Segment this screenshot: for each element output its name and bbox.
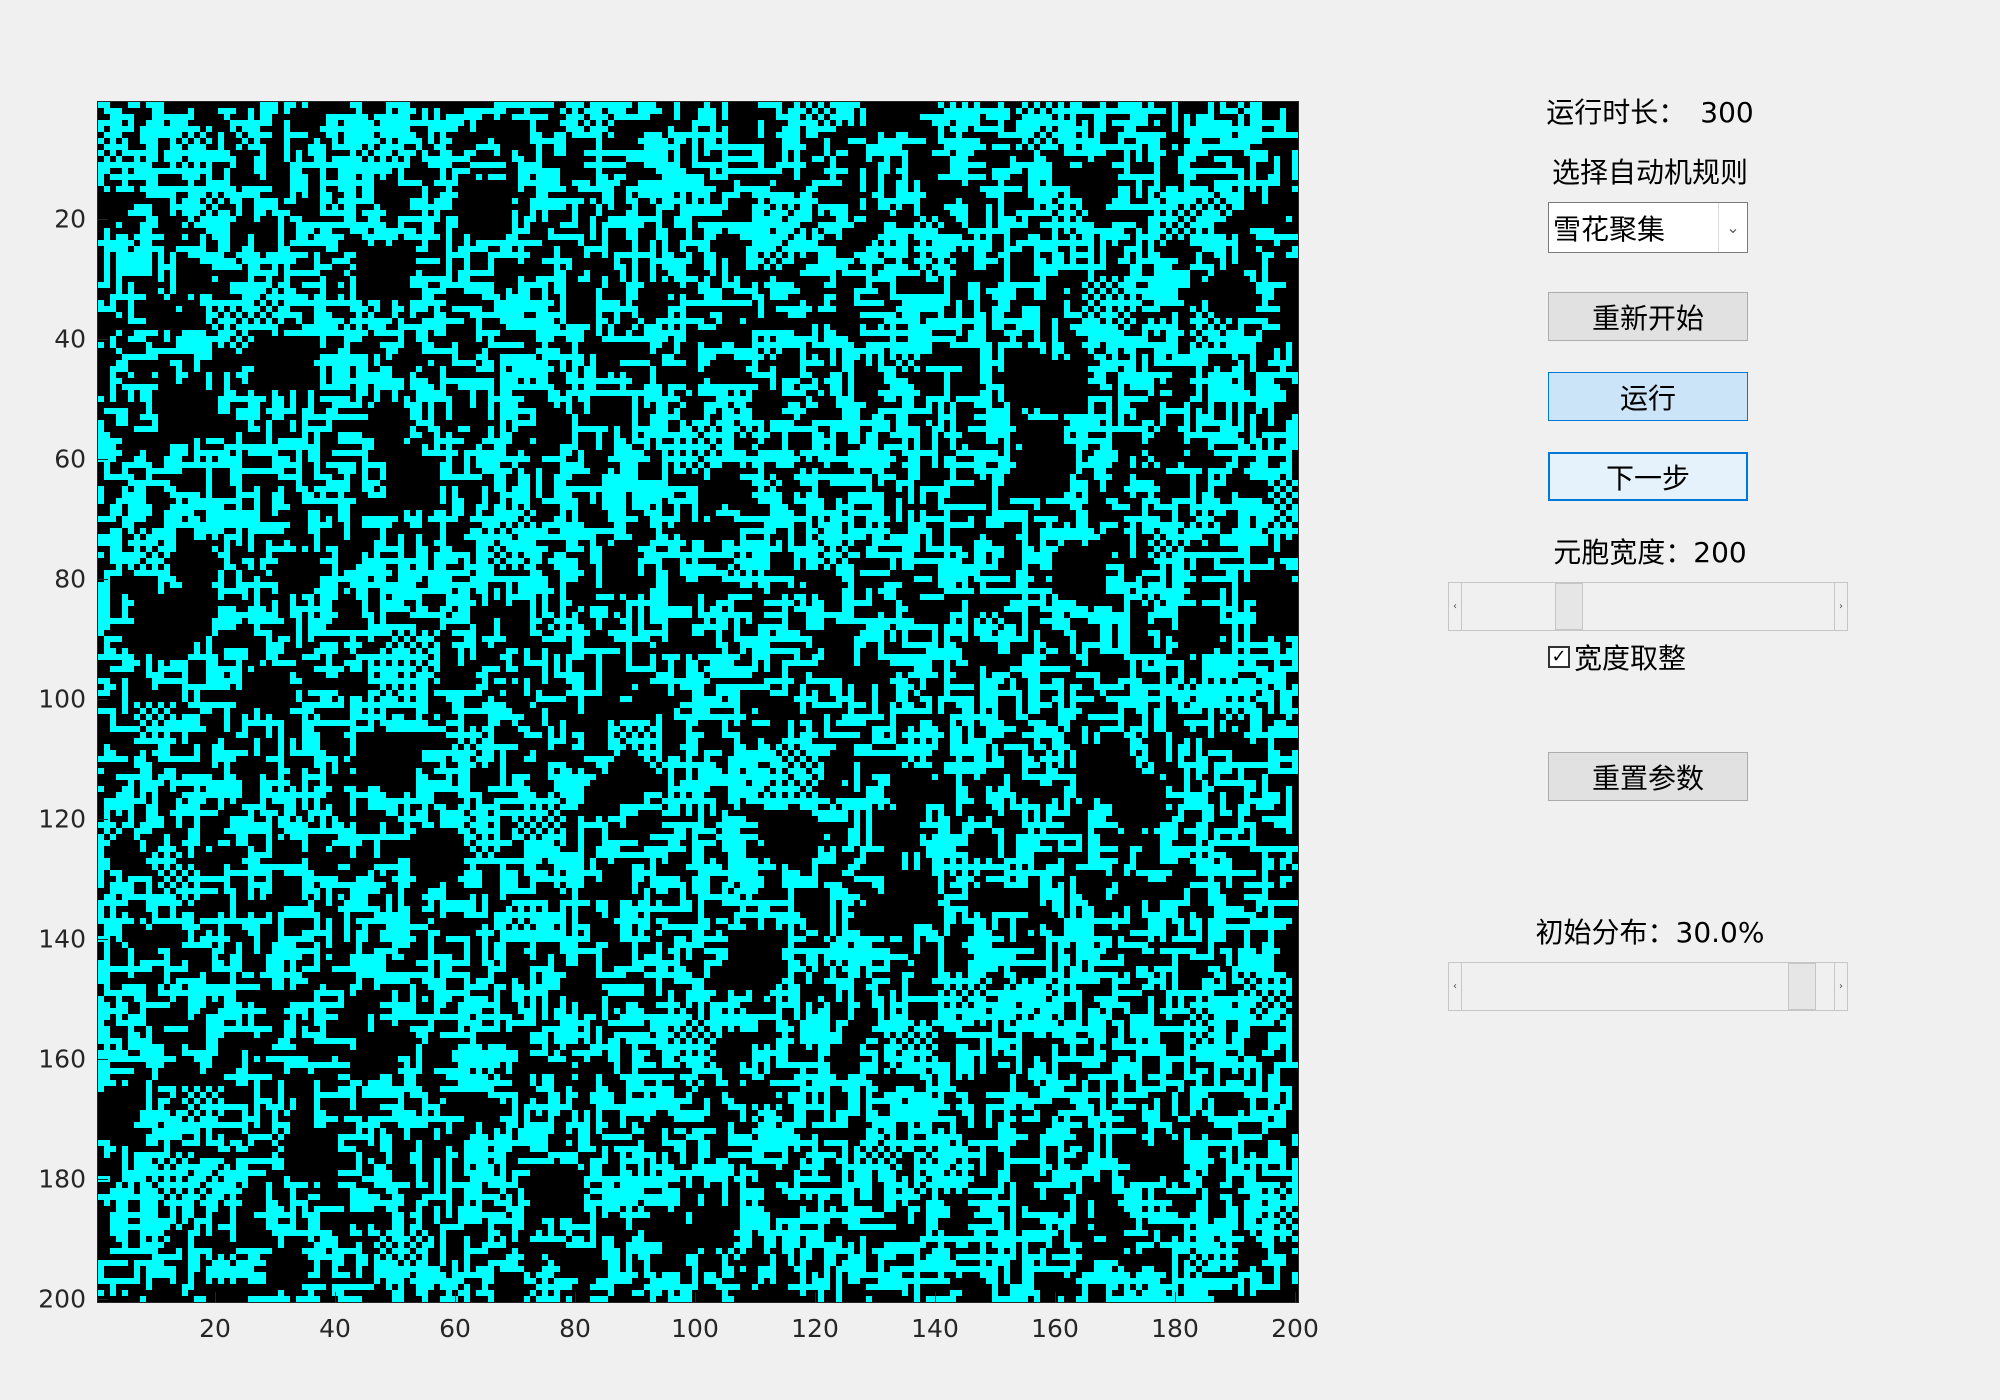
slider-right-arrow-icon[interactable]: › [1834,963,1847,1010]
y-tick-label: 120 [38,804,86,834]
slider-left-arrow-icon[interactable]: ‹ [1449,963,1462,1010]
x-tick-label: 160 [1031,1314,1079,1343]
y-tick-label: 80 [54,564,86,594]
rule-select-label: 选择自动机规则 [1551,156,1748,189]
x-tick-mark [694,1292,696,1302]
y-tick-mark [98,458,108,460]
x-tick-label: 200 [1271,1314,1319,1343]
automaton-grid-canvas [98,102,1298,1302]
check-glyph: ✓ [1551,646,1567,667]
y-tick-label: 140 [38,924,86,954]
cell-width-readout: 元胞宽度： 200 [1500,536,1800,570]
cell-width-value: 200 [1693,536,1747,569]
y-tick-mark [98,818,108,820]
checkbox-check-icon[interactable]: ✓ [1548,646,1570,668]
run-time-readout: 运行时长： 300 [1500,96,1800,130]
initial-dist-value: 30.0% [1675,916,1765,949]
slider-thumb[interactable] [1788,963,1816,1010]
y-tick-mark [98,218,108,220]
x-tick-mark [1054,1292,1056,1302]
x-tick-mark [814,1292,816,1302]
slider-left-arrow-icon[interactable]: ‹ [1449,583,1462,630]
rule-select-value: 雪花聚集 [1553,212,1666,246]
round-width-checkbox[interactable]: ✓ 宽度取整 [1548,640,1687,675]
x-tick-mark [574,1292,576,1302]
reset-params-button[interactable]: 重置参数 [1548,752,1748,801]
next-step-button[interactable]: 下一步 [1548,452,1748,501]
round-width-label: 宽度取整 [1574,642,1687,675]
x-tick-label: 80 [559,1314,591,1343]
run-button[interactable]: 运行 [1548,372,1748,421]
y-tick-label: 40 [54,324,86,354]
x-tick-label: 40 [319,1314,351,1343]
y-tick-mark [98,938,108,940]
x-tick-label: 120 [791,1314,839,1343]
x-tick-mark [1294,1292,1296,1302]
y-tick-label: 60 [54,444,86,474]
run-time-value: 300 [1700,96,1754,129]
y-tick-mark [98,1058,108,1060]
x-tick-mark [334,1292,336,1302]
x-tick-mark [1174,1292,1176,1302]
slider-thumb[interactable] [1555,583,1583,630]
app-window: 运行时长： 300 选择自动机规则 雪花聚集 ⌄ 重新开始 运行 下一步 元胞宽… [0,0,2000,1400]
initial-dist-readout: 初始分布： 30.0% [1500,916,1800,950]
y-tick-label: 180 [38,1164,86,1194]
chevron-down-icon[interactable]: ⌄ [1718,203,1747,252]
y-tick-mark [98,338,108,340]
run-time-label: 运行时长： [1546,96,1687,129]
y-tick-mark [98,698,108,700]
restart-button[interactable]: 重新开始 [1548,292,1748,341]
y-tick-label: 20 [54,204,86,234]
x-tick-label: 140 [911,1314,959,1343]
x-tick-mark [934,1292,936,1302]
x-tick-mark [214,1292,216,1302]
initial-dist-slider[interactable]: ‹ › [1448,962,1848,1011]
slider-track[interactable] [1463,583,1833,630]
y-tick-mark [98,1298,108,1300]
x-tick-label: 20 [199,1314,231,1343]
cell-width-label: 元胞宽度： [1553,536,1694,569]
rule-select[interactable]: 雪花聚集 ⌄ [1548,202,1748,253]
cellular-automaton-plot [98,102,1298,1302]
y-tick-mark [98,578,108,580]
x-tick-label: 100 [671,1314,719,1343]
y-tick-mark [98,1178,108,1180]
y-tick-label: 160 [38,1044,86,1074]
slider-track[interactable] [1463,963,1833,1010]
initial-dist-label: 初始分布： [1535,916,1676,949]
y-tick-label: 200 [38,1284,86,1314]
x-tick-mark [454,1292,456,1302]
cell-width-slider[interactable]: ‹ › [1448,582,1848,631]
slider-right-arrow-icon[interactable]: › [1834,583,1847,630]
x-tick-label: 60 [439,1314,471,1343]
x-tick-label: 180 [1151,1314,1199,1343]
y-tick-label: 100 [38,684,86,714]
